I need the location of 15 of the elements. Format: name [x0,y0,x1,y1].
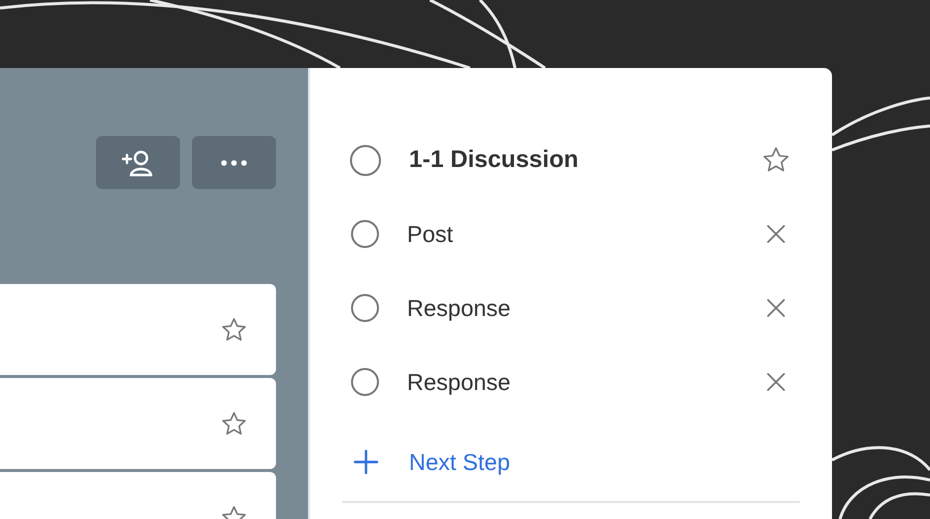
task-title[interactable]: 1-1 Discussion [409,146,733,174]
step-title[interactable]: Post [407,220,733,248]
next-step-link[interactable]: Next Step [409,448,791,476]
step-checkbox[interactable] [351,368,379,396]
plus-icon[interactable] [351,447,381,477]
step-checkbox[interactable] [351,220,379,248]
add-person-icon [121,148,155,176]
complete-checkbox[interactable] [350,144,381,176]
star-icon[interactable] [220,316,248,344]
step-title[interactable]: Response [407,294,733,322]
add-person-button[interactable] [96,136,180,189]
step-checkbox[interactable] [351,294,379,322]
more-icon [221,160,247,166]
step-title[interactable]: Response [407,368,733,396]
star-icon[interactable] [220,410,248,438]
